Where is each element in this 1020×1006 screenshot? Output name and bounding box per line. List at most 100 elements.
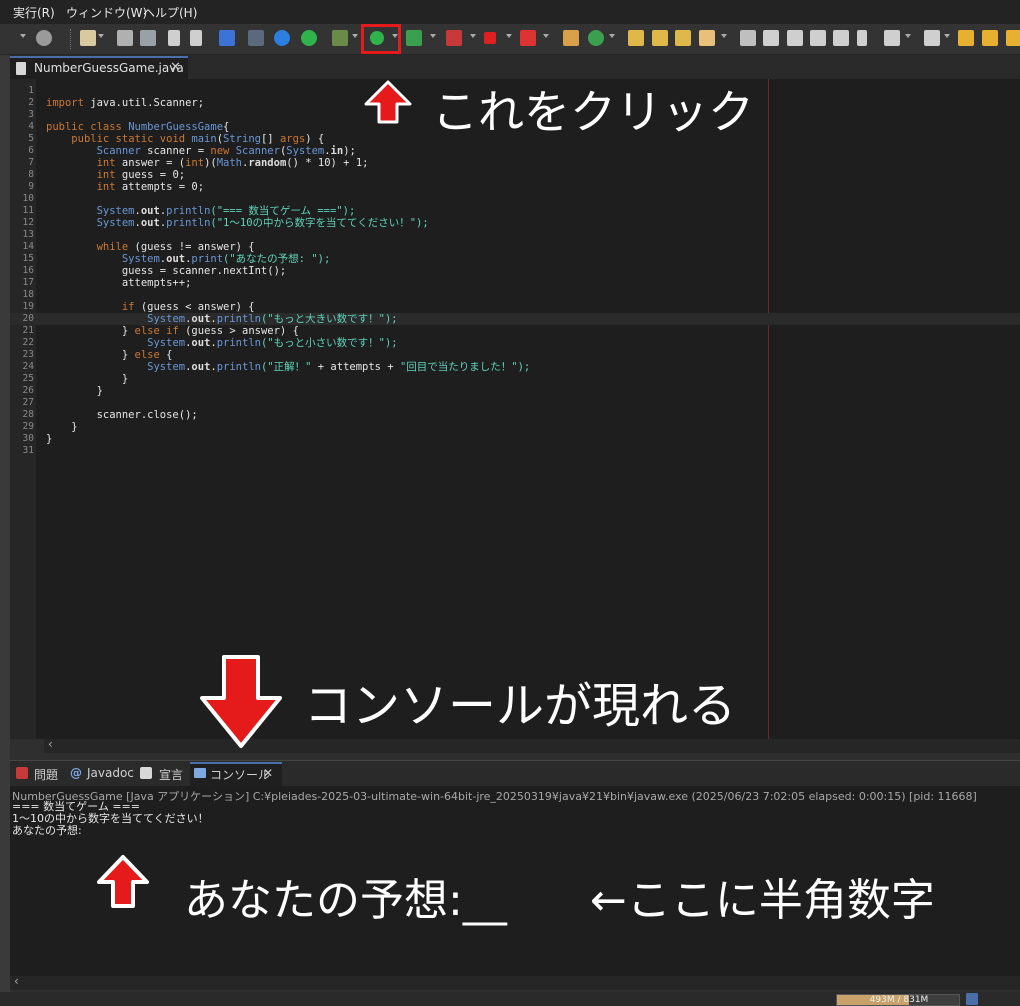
pen-icon[interactable] <box>763 30 779 46</box>
new-package-icon[interactable] <box>563 30 579 46</box>
menu-help[interactable]: ヘルプ(H) <box>143 4 197 21</box>
forward-icon[interactable] <box>982 30 998 46</box>
console-output[interactable]: === 数当てゲーム === 1～10の中から数字を当ててください！ あなたの予… <box>12 801 209 837</box>
skip-breakpoints-icon[interactable] <box>248 30 264 46</box>
undo-icon[interactable] <box>168 30 180 46</box>
code-token: println <box>166 217 211 229</box>
scroll-left-icon[interactable]: ‹ <box>48 737 53 751</box>
code-token: public static void <box>71 133 192 145</box>
menu-run[interactable]: 実行(R) <box>13 4 55 21</box>
tab-javadoc[interactable]: Javadoc <box>87 766 134 780</box>
dropdown-icon[interactable] <box>905 34 911 38</box>
tab-declaration[interactable]: 宣言 <box>159 766 183 783</box>
code-line[interactable]: 27 <box>10 397 1020 409</box>
dropdown-icon[interactable] <box>20 34 26 38</box>
settings-icon[interactable] <box>274 30 290 46</box>
new-file-icon[interactable] <box>80 30 96 46</box>
wand-icon[interactable] <box>699 30 715 46</box>
code-line[interactable]: 16 guess = scanner.nextInt(); <box>10 265 1020 277</box>
tab-problems[interactable]: 問題 <box>34 766 58 783</box>
code-text: System.out.println("もっと大きい数です！"); <box>46 313 397 325</box>
back-icon[interactable] <box>958 30 974 46</box>
prev-annotation-icon[interactable] <box>924 30 940 46</box>
debug-icon[interactable] <box>332 30 348 46</box>
open-folder-icon[interactable] <box>675 30 691 46</box>
last-edit-icon[interactable] <box>1006 30 1020 46</box>
terminal-icon[interactable] <box>219 30 235 46</box>
code-line[interactable]: 12 System.out.println("1～10の中から数字を当ててくださ… <box>10 217 1020 229</box>
profile-icon[interactable] <box>446 30 462 46</box>
annotation-icon[interactable] <box>787 30 803 46</box>
dropdown-icon[interactable] <box>506 34 512 38</box>
code-line[interactable]: 19 if (guess < answer) { <box>10 301 1020 313</box>
search-icon[interactable] <box>740 30 756 46</box>
garbage-collect-icon[interactable] <box>966 993 978 1005</box>
dropdown-icon[interactable] <box>609 34 615 38</box>
open-type-icon[interactable] <box>628 30 644 46</box>
new-class-icon[interactable] <box>588 30 604 46</box>
whitespace-icon[interactable] <box>857 30 867 46</box>
redo-icon[interactable] <box>190 30 202 46</box>
gear-icon[interactable] <box>36 30 52 46</box>
heap-status[interactable]: 493M / 831M <box>836 994 960 1006</box>
code-text: } <box>46 385 103 397</box>
annotation-prompt-example: あなたの予想:__ <box>184 875 507 926</box>
code-area[interactable]: 1 2 import java.util.Scanner; 3 4 public clas… <box>10 79 1020 739</box>
external-tools-icon[interactable] <box>520 30 536 46</box>
code-line[interactable]: 24 System.out.println("正解！" + attempts +… <box>10 361 1020 373</box>
tab-numberguessgame[interactable]: NumberGuessGame.java ✕ <box>10 56 188 79</box>
code-line[interactable]: 22 System.out.println("もっと小さい数です！"); <box>10 337 1020 349</box>
code-line[interactable]: 28 scanner.close(); <box>10 409 1020 421</box>
code-line[interactable]: 25 } <box>10 373 1020 385</box>
heap-label: 493M / 831M <box>869 995 929 1005</box>
code-line[interactable]: 30} <box>10 433 1020 445</box>
code-line[interactable]: 31 <box>10 445 1020 457</box>
declaration-icon <box>140 767 152 779</box>
code-line[interactable]: 8 int guess = 0; <box>10 169 1020 181</box>
code-token: ("あなたの予想: "); <box>223 253 331 265</box>
code-line[interactable]: 14 while (guess != answer) { <box>10 241 1020 253</box>
coverage-icon[interactable] <box>406 30 422 46</box>
close-icon[interactable]: ✕ <box>263 766 273 780</box>
code-line[interactable]: 29 } <box>10 421 1020 433</box>
dropdown-icon[interactable] <box>352 34 358 38</box>
console-horizontal-scrollbar[interactable]: ‹ <box>10 974 1020 990</box>
code-line[interactable]: 20 System.out.println("もっと大きい数です！"); <box>10 313 1020 325</box>
scroll-left-icon[interactable]: ‹ <box>14 974 19 988</box>
code-line[interactable]: 15 System.out.print("あなたの予想: "); <box>10 253 1020 265</box>
stop-icon[interactable] <box>484 32 496 44</box>
dropdown-icon[interactable] <box>721 34 727 38</box>
code-line[interactable]: 10 <box>10 193 1020 205</box>
dropdown-icon[interactable] <box>470 34 476 38</box>
next-annotation-icon[interactable] <box>884 30 900 46</box>
save-icon[interactable] <box>117 30 133 46</box>
code-line[interactable]: 17 attempts++; <box>10 277 1020 289</box>
code-line[interactable]: 18 <box>10 289 1020 301</box>
dropdown-icon[interactable] <box>430 34 436 38</box>
dropdown-icon[interactable] <box>98 34 104 38</box>
open-task-icon[interactable] <box>652 30 668 46</box>
code-editor[interactable]: 1 2 import java.util.Scanner; 3 4 public clas… <box>10 79 1020 739</box>
save-all-icon[interactable] <box>140 30 156 46</box>
code-line[interactable]: 9 int attempts = 0; <box>10 181 1020 193</box>
editor-horizontal-scrollbar[interactable]: ‹ <box>44 737 1020 753</box>
code-line[interactable]: 23 } else { <box>10 349 1020 361</box>
tab-console[interactable]: コンソール <box>210 766 270 783</box>
arrow-up-icon <box>97 855 149 908</box>
code-line[interactable]: 26 } <box>10 385 1020 397</box>
server-start-icon[interactable] <box>301 30 317 46</box>
close-icon[interactable]: ✕ <box>170 60 181 75</box>
code-line[interactable]: 13 <box>10 229 1020 241</box>
word-wrap-icon[interactable] <box>833 30 849 46</box>
dropdown-icon[interactable] <box>944 34 950 38</box>
code-line[interactable]: 21 } else if (guess > answer) { <box>10 325 1020 337</box>
arrow-down-icon <box>200 655 282 748</box>
code-line[interactable]: 11 System.out.println("=== 数当てゲーム ==="); <box>10 205 1020 217</box>
dropdown-icon[interactable] <box>543 34 549 38</box>
code-line[interactable]: 6 Scanner scanner = new Scanner(System.i… <box>10 145 1020 157</box>
toggle-block-icon[interactable] <box>810 30 826 46</box>
menu-window[interactable]: ウィンドウ(W) <box>66 4 147 21</box>
code-line[interactable]: 7 int answer = (int)(Math.random() * 10)… <box>10 157 1020 169</box>
